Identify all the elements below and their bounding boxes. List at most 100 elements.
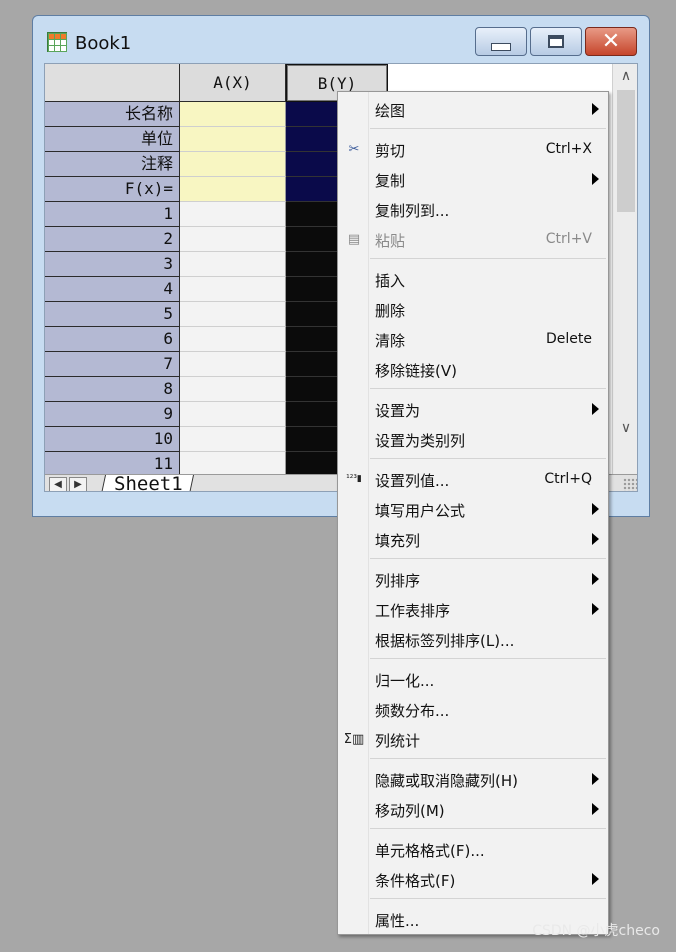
prev-sheet-icon[interactable]: ◀ — [49, 477, 67, 491]
maximize-icon — [548, 35, 564, 48]
row-header[interactable]: 8 — [45, 377, 180, 402]
vertical-scrollbar[interactable]: ∧ ∨ — [612, 64, 637, 474]
row-header[interactable]: 6 — [45, 327, 180, 352]
cell-a[interactable] — [180, 177, 286, 202]
cell-b-selected[interactable] — [286, 427, 338, 452]
scrollbar-thumb[interactable] — [617, 90, 635, 212]
cell-b-selected[interactable] — [286, 227, 338, 252]
cell-a[interactable] — [180, 227, 286, 252]
cell-b-selected[interactable] — [286, 177, 338, 202]
menu-item[interactable]: 根据标签列排序(L)... — [338, 624, 608, 654]
cell-a[interactable] — [180, 202, 286, 227]
menu-item[interactable]: 条件格式(F) — [338, 864, 608, 894]
menu-item[interactable]: 工作表排序 — [338, 594, 608, 624]
meta-row-header[interactable]: 长名称 — [45, 102, 180, 127]
menu-item[interactable]: 隐藏或取消隐藏列(H) — [338, 764, 608, 794]
menu-item[interactable]: 填写用户公式 — [338, 494, 608, 524]
cell-b-selected[interactable] — [286, 252, 338, 277]
menu-item[interactable]: 绘图 — [338, 94, 608, 124]
menu-item[interactable]: ¹²³▮ 设置列值... Ctrl+Q — [338, 464, 608, 494]
cell-b-selected[interactable] — [286, 352, 338, 377]
cell-b-selected[interactable] — [286, 152, 338, 177]
cell-a[interactable] — [180, 377, 286, 402]
resize-grip-icon[interactable] — [623, 478, 637, 491]
menu-item[interactable]: 插入 — [338, 264, 608, 294]
submenu-arrow-icon — [592, 403, 599, 415]
set-column-values-icon: ¹²³▮ — [346, 474, 362, 484]
submenu-arrow-icon — [592, 503, 599, 515]
row-header[interactable]: 5 — [45, 302, 180, 327]
menu-item[interactable]: 填充列 — [338, 524, 608, 554]
minimize-icon — [491, 42, 511, 51]
cell-a[interactable] — [180, 102, 286, 127]
scroll-down-icon[interactable]: ∨ — [613, 416, 637, 440]
cell-a[interactable] — [180, 352, 286, 377]
cell-b-selected[interactable] — [286, 102, 338, 127]
menu-item[interactable]: 删除 — [338, 294, 608, 324]
menu-item[interactable]: 频数分布... — [338, 694, 608, 724]
row-header[interactable]: 7 — [45, 352, 180, 377]
cell-b-selected[interactable] — [286, 127, 338, 152]
menu-item-label: 频数分布... — [375, 702, 450, 720]
menu-item-label: 根据标签列排序(L)... — [375, 632, 515, 650]
cell-a[interactable] — [180, 302, 286, 327]
menu-item-label: 复制列到... — [375, 202, 450, 220]
menu-item[interactable]: 移动列(M) — [338, 794, 608, 824]
cell-a[interactable] — [180, 327, 286, 352]
cell-b-selected[interactable] — [286, 327, 338, 352]
menu-separator — [370, 558, 606, 559]
menu-separator — [370, 458, 606, 459]
minimize-button[interactable] — [475, 27, 527, 56]
menu-item[interactable]: ✂ 剪切 Ctrl+X — [338, 134, 608, 164]
menu-item[interactable]: Σ▥ 列统计 — [338, 724, 608, 754]
menu-item[interactable]: 单元格格式(F)... — [338, 834, 608, 864]
row-header[interactable]: 1 — [45, 202, 180, 227]
menu-item-label: 插入 — [375, 272, 406, 290]
meta-row-header[interactable]: 单位 — [45, 127, 180, 152]
menu-item-label: 粘贴 — [375, 232, 406, 250]
menu-item[interactable]: 设置为 — [338, 394, 608, 424]
menu-item[interactable]: 列排序 — [338, 564, 608, 594]
column-header-a[interactable]: A(X) — [180, 64, 286, 102]
cell-a[interactable] — [180, 277, 286, 302]
row-header[interactable]: 9 — [45, 402, 180, 427]
close-button[interactable]: ✕ — [585, 27, 637, 56]
scroll-up-icon[interactable]: ∧ — [613, 64, 637, 88]
row-header[interactable]: 4 — [45, 277, 180, 302]
menu-item[interactable]: 复制列到... — [338, 194, 608, 224]
paste-icon: ▤ — [347, 231, 361, 247]
menu-item-label: 隐藏或取消隐藏列(H) — [375, 772, 518, 790]
cell-a[interactable] — [180, 402, 286, 427]
cell-a[interactable] — [180, 252, 286, 277]
menu-item-label: 填充列 — [375, 532, 421, 550]
cell-a[interactable] — [180, 127, 286, 152]
cell-b-selected[interactable] — [286, 402, 338, 427]
submenu-arrow-icon — [592, 173, 599, 185]
cell-a[interactable] — [180, 152, 286, 177]
meta-row-header[interactable]: F(x)= — [45, 177, 180, 202]
menu-item[interactable]: 清除 Delete — [338, 324, 608, 354]
menu-item-shortcut: Delete — [546, 331, 592, 347]
next-sheet-icon[interactable]: ▶ — [69, 477, 87, 491]
row-header[interactable]: 3 — [45, 252, 180, 277]
row-header[interactable]: 10 — [45, 427, 180, 452]
cell-b-selected[interactable] — [286, 377, 338, 402]
cell-b-selected[interactable] — [286, 302, 338, 327]
meta-row-header[interactable]: 注释 — [45, 152, 180, 177]
cell-b-selected[interactable] — [286, 277, 338, 302]
maximize-button[interactable] — [530, 27, 582, 56]
grid-corner[interactable] — [45, 64, 180, 102]
menu-item-label: 设置为类别列 — [375, 432, 466, 450]
menu-item[interactable]: 设置为类别列 — [338, 424, 608, 454]
title-bar[interactable]: Book1 ✕ — [33, 16, 649, 62]
menu-item[interactable]: 归一化... — [338, 664, 608, 694]
sheet-tab-sheet1[interactable]: Sheet1 — [100, 473, 194, 491]
cell-b-selected[interactable] — [286, 202, 338, 227]
menu-item[interactable]: 复制 — [338, 164, 608, 194]
menu-item[interactable]: ▤ 粘贴 Ctrl+V — [338, 224, 608, 254]
cell-a[interactable] — [180, 427, 286, 452]
row-header[interactable]: 2 — [45, 227, 180, 252]
menu-item[interactable]: 移除链接(V) — [338, 354, 608, 384]
menu-item-label: 绘图 — [375, 102, 406, 120]
menu-item-shortcut: Ctrl+X — [545, 141, 592, 157]
